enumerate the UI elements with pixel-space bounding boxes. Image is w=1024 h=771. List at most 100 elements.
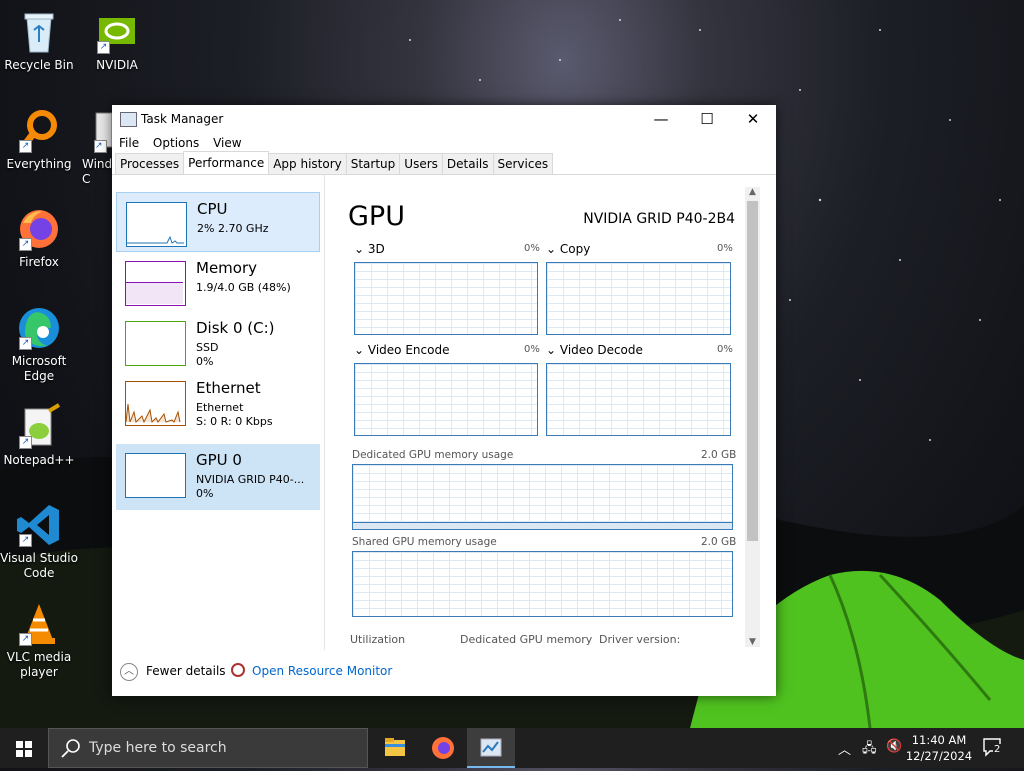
network-icon[interactable]: 🖧 [862,739,877,761]
task-manager-window: Task Manager — ☐ ✕ File Options View Pro… [112,105,776,696]
ethernet-thumbnail-graph [125,381,186,426]
resource-item-cpu[interactable]: CPU 2% 2.70 GHz [116,192,320,252]
resource-list: CPU 2% 2.70 GHz Memory 1.9/4.0 GB (48%) … [112,175,325,650]
gpu-device-name: NVIDIA GRID P40-2B4 [583,211,735,227]
engine-graph-video-encode [354,363,538,436]
engine-dropdown-3d[interactable]: ⌄ 3D [354,242,385,256]
resource-item-gpu[interactable]: GPU 0 NVIDIA GRID P40-... 0% [116,444,320,510]
desktop-icon-microsoft-edge[interactable]: ↗ Microsoft Edge [0,304,78,384]
resource-item-disk[interactable]: Disk 0 (C:) SSD 0% [116,312,320,372]
taskbar-clock[interactable]: 11:40 AM 12/27/2024 [904,732,974,764]
desktop-icon-recycle-bin[interactable]: Recycle Bin [0,8,78,73]
title-bar[interactable]: Task Manager — ☐ ✕ [112,105,776,133]
dedicated-memory-graph [352,464,733,530]
taskbar-task-manager[interactable] [467,728,515,768]
resource-title: Disk 0 (C:) [196,319,275,337]
desktop-icon-notepadpp[interactable]: ↗ Notepad++ [0,403,78,468]
maximize-button[interactable]: ☐ [684,105,730,133]
desktop-icon-everything[interactable]: ↗ Everything [0,107,78,172]
engine-dropdown-video-encode[interactable]: ⌄ Video Encode [354,343,449,357]
engine-dropdown-copy[interactable]: ⌄ Copy [546,242,590,256]
desktop-icon-label: Firefox [19,255,59,269]
gpu-detail-panel: GPU NVIDIA GRID P40-2B4 ⌄ 3D 0% ⌄ Copy 0… [336,175,760,650]
shortcut-arrow-icon: ↗ [19,337,32,350]
resource-value: 0% [196,487,214,500]
menu-view[interactable]: View [213,133,241,153]
desktop-icon-label: Microsoft Edge [11,354,67,383]
notifications-button[interactable]: 2 [982,737,1004,757]
desktop-icon-label: Windows C [82,157,112,186]
tab-users[interactable]: Users [399,153,443,174]
chevron-down-icon: ⌄ [546,242,557,256]
close-button[interactable]: ✕ [730,105,776,133]
scroll-up-icon[interactable]: ▲ [745,187,760,197]
chevron-up-icon[interactable]: ︿ [120,663,138,681]
resource-item-ethernet[interactable]: Ethernet Ethernet S: 0 R: 0 Kbps [116,372,320,432]
tab-bar: Processes Performance App history Startu… [112,151,776,175]
everything-icon: ↗ [15,107,63,155]
taskbar-firefox[interactable] [419,728,467,768]
resource-monitor-icon [231,663,245,677]
engine-percent: 0% [717,344,733,355]
scroll-down-icon[interactable]: ▼ [745,637,760,647]
window-title: Task Manager [141,112,224,126]
windows-logo-icon [16,741,32,757]
resource-subtitle: 1.9/4.0 GB (48%) [196,281,291,294]
volume-muted-icon[interactable]: 🔇 [886,739,902,754]
tab-details[interactable]: Details [441,153,494,174]
tab-services[interactable]: Services [492,153,554,174]
desktop-icon-nvidia[interactable]: ↗ NVIDIA [78,8,156,73]
cpu-thumbnail-graph [126,202,187,247]
chevron-down-icon: ⌄ [354,242,365,256]
menu-file[interactable]: File [119,133,139,153]
clock-time: 11:40 AM [911,733,967,747]
shortcut-arrow-icon: ↗ [19,534,32,547]
scrollbar-thumb[interactable] [747,201,758,541]
tab-startup[interactable]: Startup [345,153,401,174]
desktop-icon-firefox[interactable]: ↗ Firefox [0,205,78,270]
driver-version-label: Driver version: [599,633,681,646]
shortcut-arrow-icon: ↗ [97,41,110,54]
desktop-icon-windows-c[interactable]: ↗ Windows C [72,107,112,187]
engine-dropdown-video-decode[interactable]: ⌄ Video Decode [546,343,643,357]
desktop-icon-vscode[interactable]: ↗ Visual Studio Code [0,501,78,581]
dedicated-memory-max: 2.0 GB [701,449,737,461]
shared-memory-label: Shared GPU memory usage [352,536,497,548]
desktop-icon-label: Visual Studio Code [0,551,78,580]
shortcut-arrow-icon: ↗ [19,436,32,449]
chevron-up-icon[interactable]: ︿ [838,739,851,758]
resource-item-memory[interactable]: Memory 1.9/4.0 GB (48%) [116,252,320,312]
resource-title: Memory [196,259,258,277]
engine-percent: 0% [717,243,733,254]
resource-subtitle: SSD [196,341,219,354]
start-button[interactable] [0,728,48,768]
notification-badge: 2 [993,744,1002,755]
footer-bar: ︿ Fewer details Open Resource Monitor [112,657,776,687]
fewer-details-button[interactable]: Fewer details [146,664,226,678]
desktop-icon-label: Everything [6,157,72,171]
taskbar: Type here to search ︿ 🖧 🔇 11:40 AM 12/27… [0,728,1024,768]
windows-app-icon: ↗ [90,107,112,155]
tab-app-history[interactable]: App history [268,153,347,174]
tab-performance[interactable]: Performance [183,151,270,174]
desktop-icon-label: VLC media player [6,650,72,679]
vlc-icon: ↗ [15,600,63,648]
dedicated-gpu-memory-label: Dedicated GPU memory [460,633,593,646]
desktop-icon-label: Notepad++ [3,453,75,467]
menu-options[interactable]: Options [153,133,199,153]
desktop-icon-vlc[interactable]: ↗ VLC media player [0,600,78,680]
utilization-label: Utilization [350,633,406,646]
task-manager-icon [120,112,137,127]
vertical-scrollbar[interactable]: ▲ ▼ [745,187,760,647]
resource-title: CPU [197,200,228,218]
engine-graph-video-decode [546,363,731,436]
taskbar-search-box[interactable]: Type here to search [48,728,368,768]
open-resource-monitor-link[interactable]: Open Resource Monitor [252,664,392,678]
tab-processes[interactable]: Processes [115,153,185,174]
shortcut-arrow-icon: ↗ [19,238,32,251]
firefox-icon [432,737,454,759]
minimize-button[interactable]: — [638,105,684,133]
resource-title: GPU 0 [196,451,242,469]
taskbar-file-explorer[interactable] [371,728,419,768]
memory-thumbnail-graph [125,261,186,306]
